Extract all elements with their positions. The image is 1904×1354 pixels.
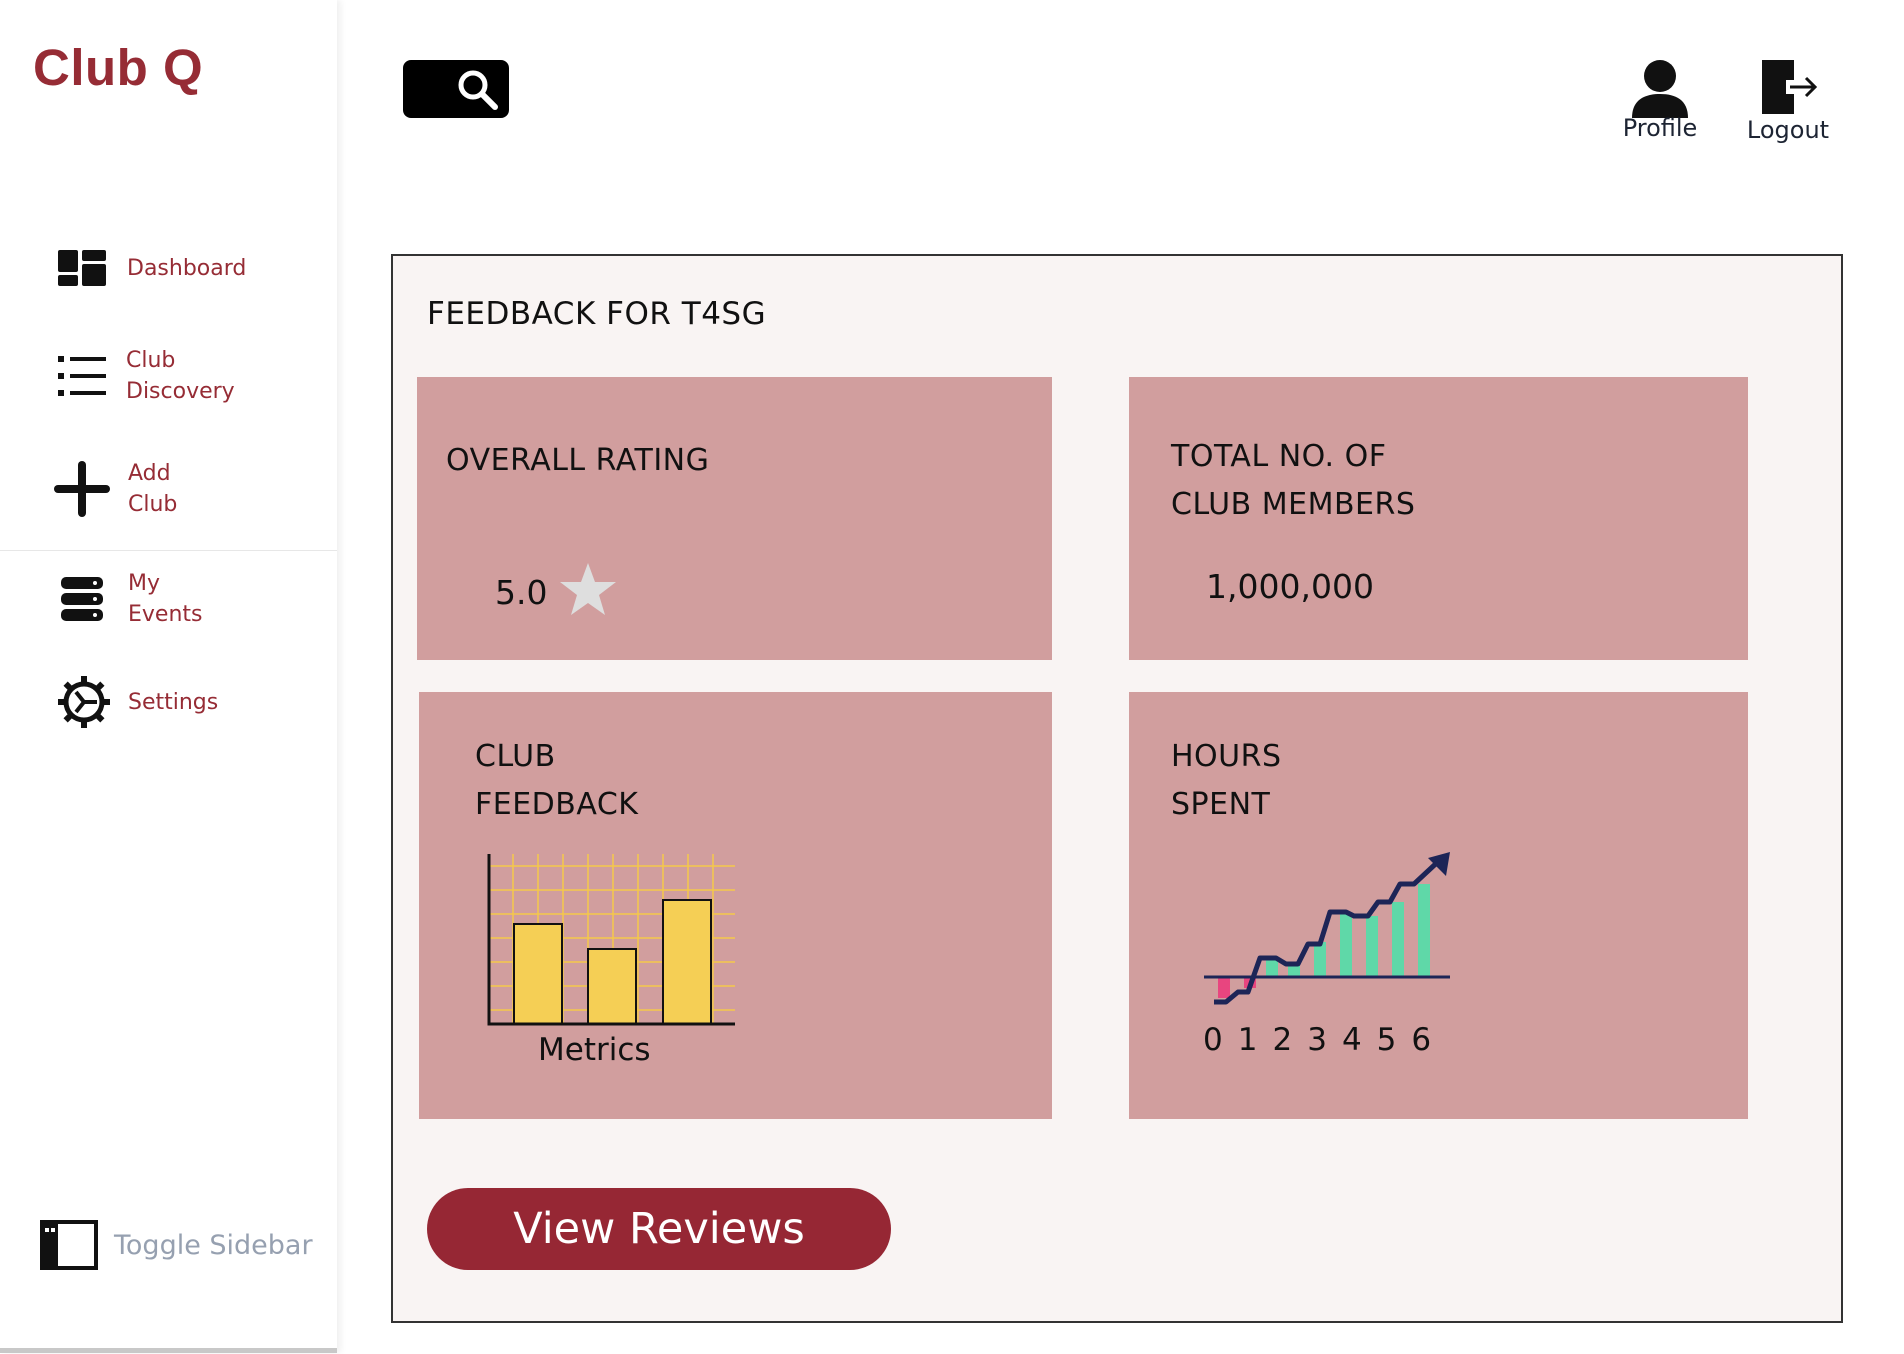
sidebar-toggle-icon [40, 1220, 98, 1270]
axis-label: 1 [1237, 1022, 1258, 1058]
overall-rating-title: OVERALL RATING [446, 443, 710, 478]
sidebar-item-label: Settings [128, 689, 219, 715]
growth-chart-icon [1202, 852, 1466, 1008]
app-logo: Club Q [33, 39, 204, 96]
sidebar-item-label: My Events [128, 571, 203, 627]
sidebar-item-club-discovery[interactable]: Club Discovery [52, 345, 235, 407]
profile-button[interactable]: Profile [1600, 58, 1720, 142]
events-stack-icon [52, 569, 112, 629]
sidebar-item-settings[interactable]: Settings [54, 672, 218, 732]
search-icon [457, 69, 499, 111]
plus-icon [52, 459, 112, 519]
page-title: FEEDBACK FOR T4SG [427, 296, 767, 332]
star-icon [559, 562, 617, 616]
axis-label: 5 [1376, 1022, 1397, 1058]
profile-label: Profile [1622, 114, 1698, 142]
search-button[interactable] [403, 60, 509, 118]
club-feedback-title: CLUB FEEDBACK [475, 739, 639, 822]
sidebar-item-label: Club Discovery [126, 348, 235, 404]
sidebar-item-add-club[interactable]: Add Club [52, 458, 177, 520]
sidebar-item-my-events[interactable]: My Events [52, 568, 203, 630]
axis-label: 4 [1341, 1022, 1362, 1058]
overall-rating-card [417, 377, 1052, 660]
gear-icon [54, 672, 114, 732]
toggle-sidebar-label: Toggle Sidebar [114, 1229, 313, 1261]
axis-label: 0 [1203, 1022, 1223, 1058]
view-reviews-button[interactable]: View Reviews [427, 1188, 891, 1270]
logout-button[interactable]: Logout [1728, 58, 1848, 144]
sidebar-item-dashboard[interactable]: Dashboard [52, 238, 246, 298]
sidebar-divider [0, 550, 337, 551]
axis-label: 2 [1272, 1022, 1293, 1058]
bar-chart-icon [485, 852, 737, 1028]
axis-label: 3 [1307, 1022, 1327, 1058]
list-icon [52, 346, 112, 406]
logout-label: Logout [1746, 116, 1830, 144]
metrics-label: Metrics [538, 1032, 651, 1068]
sidebar-item-label: Dashboard [127, 255, 247, 281]
sidebar-item-label: Add Club [128, 461, 178, 517]
toggle-sidebar-button[interactable]: Toggle Sidebar [40, 1220, 313, 1270]
axis-label: 6 [1411, 1022, 1432, 1058]
sidebar: Club Q Dashboard Club Discovery Add Club… [0, 0, 337, 1353]
user-icon [1600, 58, 1720, 158]
hours-axis-labels: 0 1 2 3 4 5 6 [1203, 1022, 1431, 1058]
members-value: 1,000,000 [1206, 567, 1374, 606]
hours-spent-title: HOURS SPENT [1171, 739, 1282, 822]
dashboard-icon [52, 238, 112, 298]
rating-value: 5.0 [495, 573, 548, 612]
total-members-title: TOTAL NO. OF CLUB MEMBERS [1171, 439, 1416, 522]
